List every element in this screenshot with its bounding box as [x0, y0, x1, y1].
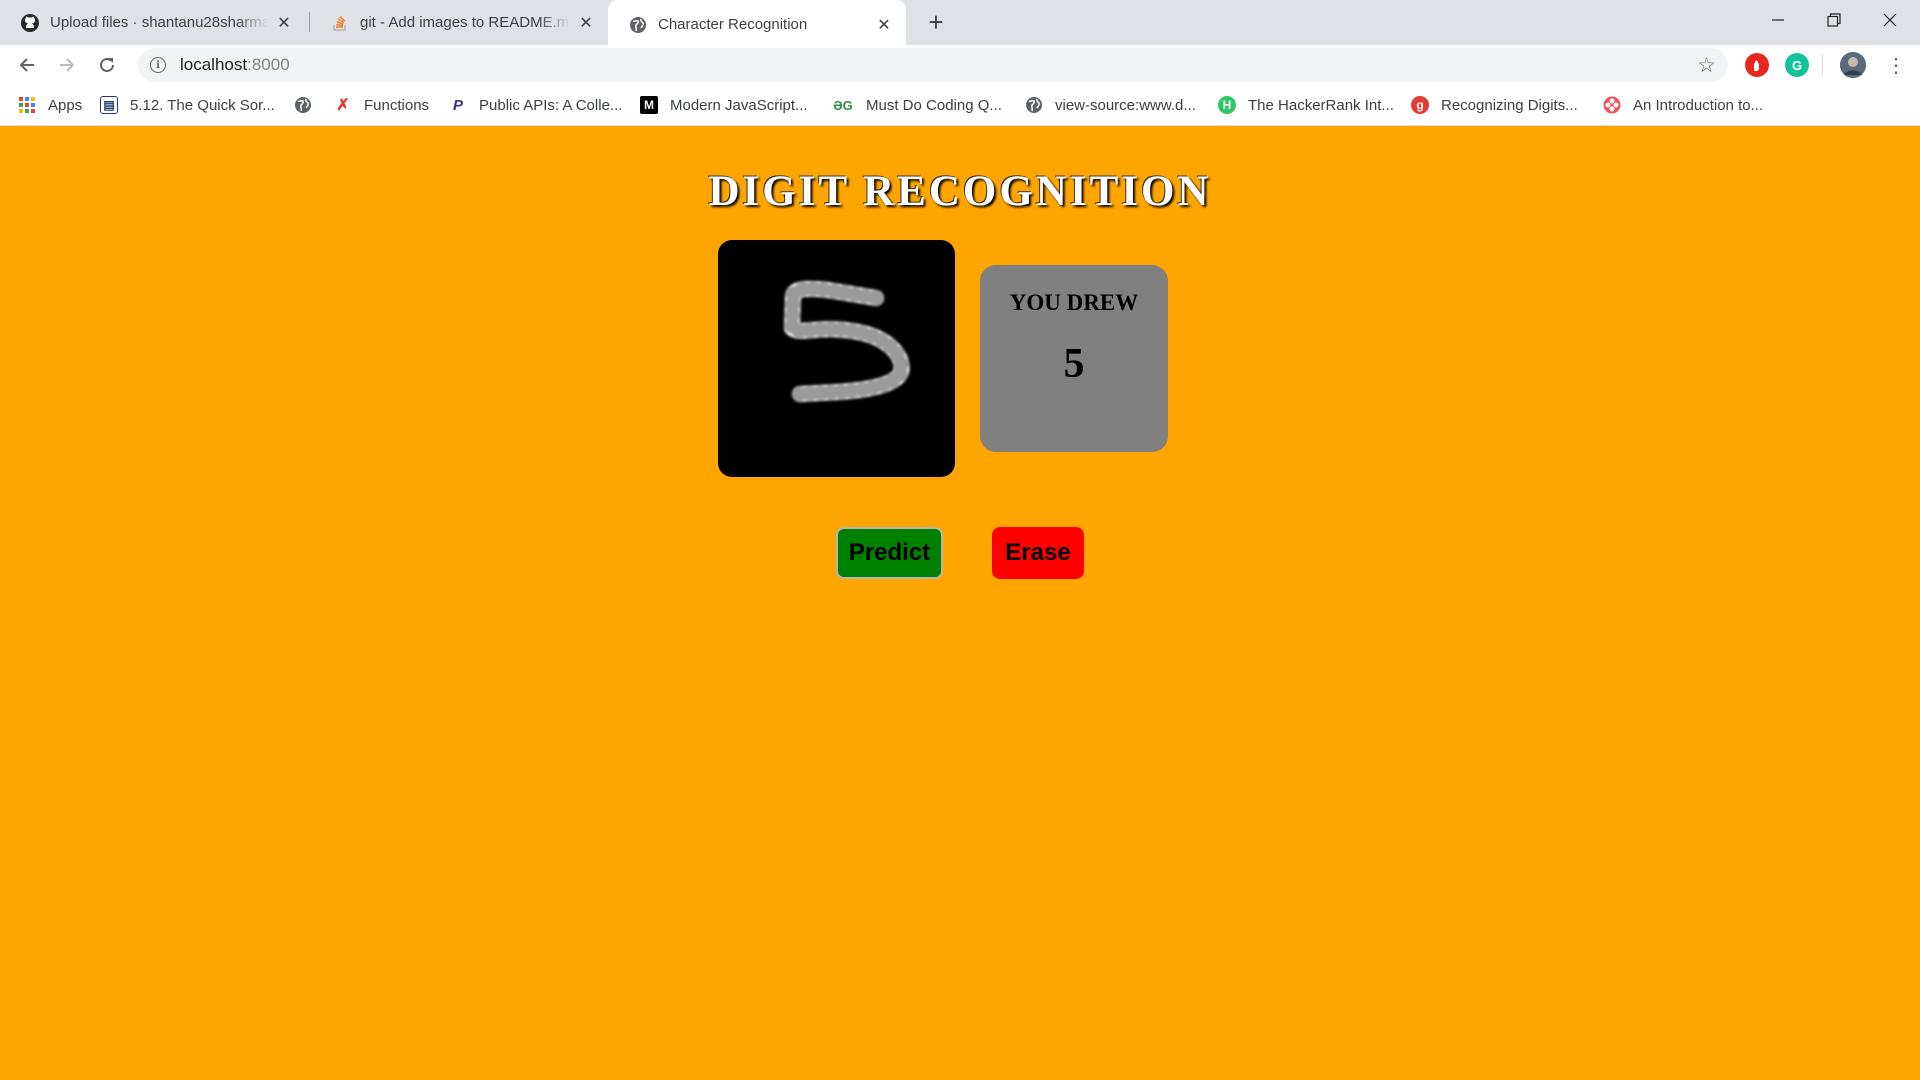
bookmark-label: The HackerRank Int...	[1248, 96, 1394, 114]
close-tab-icon[interactable]: ✕	[576, 13, 596, 33]
bookmark-apps[interactable]: Apps	[18, 94, 82, 116]
drawn-digit-stroke	[784, 280, 910, 402]
minimize-icon[interactable]	[1750, 0, 1806, 40]
grammarly-extension-icon[interactable]: G	[1785, 53, 1809, 77]
bookmark-label: An Introduction to...	[1633, 96, 1764, 114]
page-body: DIGIT RECOGNITION YOU DREW 5 Predict Era…	[0, 127, 1920, 1080]
p-icon: P	[452, 96, 463, 114]
bookmark-hackerrank[interactable]: H The HackerRank Int...	[1218, 94, 1394, 116]
globe-icon	[294, 96, 312, 114]
figure-icon: ✗	[336, 97, 350, 114]
globe-icon	[628, 15, 648, 35]
tab-strip: Upload files · shantanu28sharma/ ✕ git -…	[0, 0, 1920, 45]
bookmark-label: Modern JavaScript...	[670, 96, 808, 114]
bookmark-label: Recognizing Digits...	[1441, 96, 1578, 114]
url-text: localhost:8000	[180, 55, 290, 75]
medium-icon: M	[640, 96, 658, 114]
browser-toolbar: i localhost:8000 ☆ G ⋮	[0, 45, 1920, 84]
tab-title: git - Add images to README.md	[360, 14, 570, 31]
erase-button[interactable]: Erase	[992, 527, 1084, 579]
bookmark-public-apis[interactable]: P Public APIs: A Colle...	[449, 94, 622, 116]
profile-avatar[interactable]	[1840, 52, 1866, 78]
tab-git-add-images[interactable]: git - Add images to README.md ✕	[310, 4, 608, 41]
toolbar-divider	[1822, 54, 1823, 76]
drawing-canvas[interactable]	[718, 240, 955, 477]
reload-icon[interactable]	[91, 49, 123, 81]
new-tab-button[interactable]: +	[922, 7, 950, 37]
bookmark-functions[interactable]: ✗ Functions	[334, 94, 429, 116]
info-icon[interactable]: i	[150, 57, 166, 73]
bookmark-star-icon[interactable]: ☆	[1697, 53, 1716, 78]
predicted-digit: 5	[1063, 341, 1085, 387]
result-label: YOU DREW	[1009, 290, 1139, 315]
hackerrank-icon: H	[1218, 96, 1236, 114]
url-host: localhost	[180, 55, 248, 74]
predict-button[interactable]: Predict	[836, 527, 943, 579]
tab-title: Character Recognition	[658, 16, 808, 33]
book-icon: ▤	[100, 96, 118, 114]
bookmark-globe[interactable]	[294, 94, 324, 116]
prediction-result-panel: YOU DREW 5	[980, 265, 1168, 452]
bookmark-must-do-coding[interactable]: ƏG Must Do Coding Q...	[832, 94, 1002, 116]
address-bar[interactable]: i localhost:8000 ☆	[138, 48, 1728, 82]
bookmark-introduction[interactable]: An Introduction to...	[1603, 94, 1763, 116]
restore-icon[interactable]	[1806, 0, 1862, 40]
bookmarks-bar: Apps ▤ 5.12. The Quick Sor... ✗ Function…	[0, 84, 1920, 126]
apps-grid-icon	[18, 96, 36, 114]
flower-icon	[1603, 96, 1621, 114]
forward-icon[interactable]	[51, 49, 83, 81]
close-tab-icon[interactable]: ✕	[874, 15, 894, 35]
bookmark-label: 5.12. The Quick Sor...	[130, 96, 275, 114]
adblock-extension-icon[interactable]	[1745, 53, 1769, 77]
close-window-icon[interactable]	[1862, 0, 1918, 40]
stackoverflow-icon	[330, 13, 350, 33]
url-port: :8000	[247, 55, 290, 74]
bookmark-label: view-source:www.d...	[1055, 96, 1196, 114]
bookmark-quick-sort[interactable]: ▤ 5.12. The Quick Sor...	[100, 94, 275, 116]
g-icon: g	[1411, 96, 1429, 114]
gfg-icon: ƏG	[833, 97, 853, 113]
bookmark-label: Functions	[364, 96, 430, 114]
tab-title: Upload files · shantanu28sharma/	[50, 14, 268, 31]
github-icon	[20, 13, 40, 33]
browser-menu-icon[interactable]: ⋮	[1884, 51, 1908, 79]
bookmark-label: Public APIs: A Colle...	[479, 96, 623, 114]
tab-character-recognition[interactable]: Character Recognition ✕	[608, 0, 906, 45]
close-tab-icon[interactable]: ✕	[274, 13, 294, 33]
bookmark-view-source[interactable]: view-source:www.d...	[1025, 94, 1196, 116]
bookmark-label: Must Do Coding Q...	[866, 96, 1002, 114]
bookmark-label: Apps	[48, 96, 83, 114]
tab-upload-files[interactable]: Upload files · shantanu28sharma/ ✕	[0, 4, 306, 41]
globe-icon	[1025, 96, 1043, 114]
back-icon[interactable]	[11, 49, 43, 81]
bookmark-modern-javascript[interactable]: M Modern JavaScript...	[640, 94, 808, 116]
bookmark-recognizing-digits[interactable]: g Recognizing Digits...	[1411, 94, 1578, 116]
page-title: DIGIT RECOGNITION	[708, 168, 1212, 215]
